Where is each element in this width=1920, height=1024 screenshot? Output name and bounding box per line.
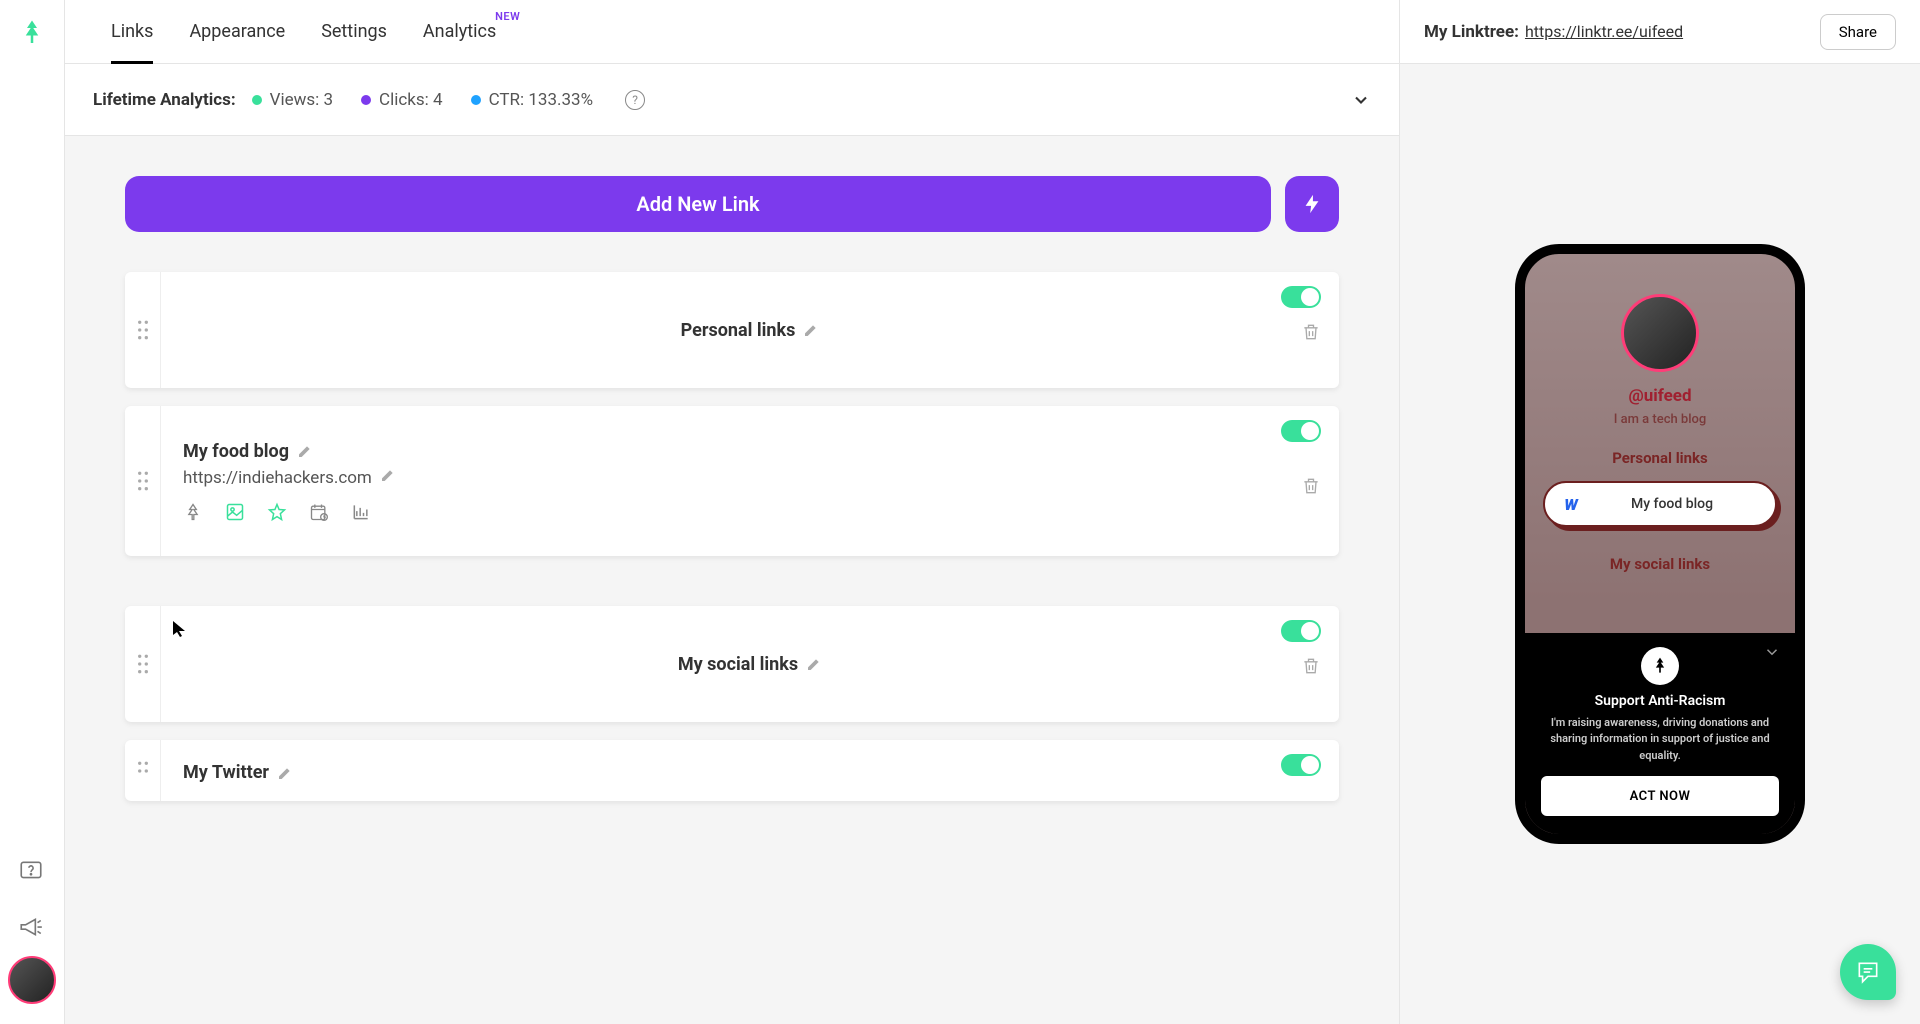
section-title: Personal links	[681, 320, 796, 341]
link-brand-icon: W	[1559, 495, 1583, 513]
expand-analytics-icon[interactable]	[1351, 90, 1371, 110]
banner-logo-icon	[1641, 647, 1679, 685]
link-tools-row	[183, 502, 371, 522]
analytics-summary: Lifetime Analytics: Views: 3 Clicks: 4 C…	[65, 64, 1399, 136]
enable-toggle[interactable]	[1281, 754, 1321, 776]
section-card: Personal links	[125, 272, 1339, 388]
delete-icon[interactable]	[1301, 322, 1321, 342]
edit-icon[interactable]	[277, 765, 293, 781]
quick-add-button[interactable]	[1285, 176, 1339, 232]
thumbnail-icon[interactable]	[225, 502, 245, 522]
drag-handle-icon[interactable]	[125, 740, 161, 801]
banner: Support Anti-Racism I'm raising awarenes…	[1525, 633, 1795, 835]
stats-icon[interactable]	[351, 502, 371, 522]
link-title: My Twitter	[183, 762, 269, 783]
preview-handle: @uifeed	[1543, 386, 1777, 406]
tab-appearance[interactable]: Appearance	[171, 0, 303, 64]
help-icon[interactable]	[18, 858, 46, 886]
chevron-down-icon[interactable]	[1763, 643, 1781, 661]
chat-fab[interactable]	[1840, 944, 1896, 1000]
stat-views: Views: 3	[252, 90, 333, 110]
new-badge: NEW	[495, 10, 520, 23]
logo-icon[interactable]	[17, 18, 47, 48]
phone-preview: @uifeed I am a tech blog Personal links …	[1515, 244, 1805, 844]
banner-description: I'm raising awareness, driving donations…	[1541, 715, 1779, 765]
help-tooltip-icon[interactable]: ?	[625, 90, 645, 110]
leap-icon[interactable]	[183, 502, 203, 522]
edit-icon[interactable]	[380, 467, 396, 483]
preview-link-button[interactable]: W My food blog	[1543, 481, 1777, 527]
enable-toggle[interactable]	[1281, 420, 1321, 442]
link-card: My food blog https://indiehackers.com	[125, 406, 1339, 556]
link-card: My Twitter	[125, 740, 1339, 801]
link-title: My food blog	[183, 441, 289, 462]
preview-section: My social links	[1543, 555, 1777, 573]
analytics-label: Lifetime Analytics:	[93, 90, 236, 110]
schedule-icon[interactable]	[309, 502, 329, 522]
links-list: Add New Link Personal links	[65, 136, 1399, 1024]
preview-header: My Linktree: https://linktr.ee/uifeed Sh…	[1400, 0, 1920, 64]
link-url: https://indiehackers.com	[183, 468, 372, 488]
preview-avatar	[1621, 294, 1699, 372]
enable-toggle[interactable]	[1281, 286, 1321, 308]
share-button[interactable]: Share	[1820, 14, 1896, 50]
edit-icon[interactable]	[297, 443, 313, 459]
tab-settings[interactable]: Settings	[303, 0, 405, 64]
drag-handle-icon[interactable]	[125, 606, 161, 722]
drag-handle-icon[interactable]	[125, 406, 161, 556]
preview-bio: I am a tech blog	[1543, 412, 1777, 427]
delete-icon[interactable]	[1301, 656, 1321, 676]
edit-icon[interactable]	[806, 656, 822, 672]
preview-url-link[interactable]: https://linktr.ee/uifeed	[1525, 22, 1683, 41]
delete-icon[interactable]	[1301, 476, 1321, 496]
preview-label: My Linktree:	[1424, 22, 1519, 42]
banner-title: Support Anti-Racism	[1541, 693, 1779, 709]
add-link-button[interactable]: Add New Link	[125, 176, 1271, 232]
star-icon[interactable]	[267, 502, 287, 522]
act-now-button[interactable]: ACT NOW	[1541, 776, 1779, 816]
stat-clicks: Clicks: 4	[361, 90, 443, 110]
preview-section: Personal links	[1543, 449, 1777, 467]
tab-bar: Links Appearance Settings NEW Analytics	[65, 0, 1399, 64]
section-title: My social links	[678, 654, 798, 675]
tab-analytics[interactable]: NEW Analytics	[405, 0, 514, 64]
drag-handle-icon[interactable]	[125, 272, 161, 388]
section-card: My social links	[125, 606, 1339, 722]
edit-icon[interactable]	[803, 322, 819, 338]
tab-links[interactable]: Links	[93, 0, 171, 64]
megaphone-icon[interactable]	[18, 914, 46, 942]
sidebar	[0, 0, 65, 1024]
user-avatar[interactable]	[8, 956, 56, 1004]
stat-ctr: CTR: 133.33%	[471, 90, 593, 110]
enable-toggle[interactable]	[1281, 620, 1321, 642]
preview-pane: My Linktree: https://linktr.ee/uifeed Sh…	[1400, 0, 1920, 1024]
